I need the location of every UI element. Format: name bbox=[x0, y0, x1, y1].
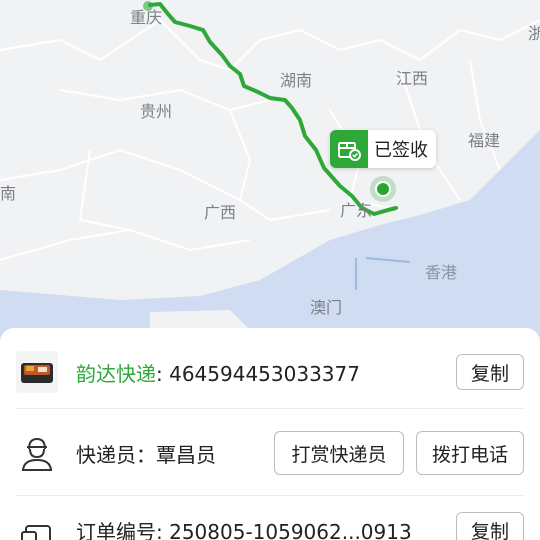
copy-tracking-button[interactable]: 复制 bbox=[456, 354, 524, 390]
label-hongkong: 香港 bbox=[425, 263, 458, 282]
label-hunan: 湖南 bbox=[280, 71, 313, 90]
map-base bbox=[0, 0, 540, 340]
courier-row: 快递员：覃昌员 打赏快递员 拨打电话 bbox=[16, 431, 524, 475]
label-fujian: 福建 bbox=[468, 131, 501, 150]
courier-icon bbox=[16, 432, 58, 474]
tip-courier-button[interactable]: 打赏快递员 bbox=[274, 431, 404, 475]
package-delivered-icon bbox=[330, 130, 368, 168]
tracking-info: 韵达快递: 464594453033377 bbox=[76, 358, 456, 387]
tracking-separator: : bbox=[156, 361, 170, 386]
product-thumbnail bbox=[16, 351, 58, 393]
order-icon bbox=[16, 509, 58, 540]
carrier-name: 韵达快递 bbox=[76, 361, 156, 386]
divider bbox=[16, 495, 524, 496]
tracking-number: 464594453033377 bbox=[169, 361, 360, 386]
label-guizhou: 贵州 bbox=[140, 102, 173, 121]
delivery-status-bubble[interactable]: 已签收 bbox=[330, 130, 436, 168]
delivery-status-text: 已签收 bbox=[374, 140, 428, 161]
order-row: 订单编号: 250805-1059062...0913 复制 bbox=[16, 508, 524, 540]
destination-marker bbox=[370, 176, 396, 202]
label-guangdong: 广东 bbox=[340, 201, 373, 220]
call-courier-button[interactable]: 拨打电话 bbox=[416, 431, 524, 475]
courier-name: 快递员：覃昌员 bbox=[76, 442, 216, 467]
order-number: 订单编号: 250805-1059062...0913 bbox=[76, 519, 412, 540]
route-line bbox=[148, 2, 398, 216]
label-jiangxi: 江西 bbox=[396, 69, 429, 88]
divider bbox=[16, 408, 524, 409]
shipment-panel: 韵达快递: 464594453033377 复制 快递员：覃昌员 打赏快递员 拨… bbox=[0, 328, 540, 540]
label-guangxi: 广西 bbox=[204, 203, 237, 222]
map-view[interactable]: 重庆 湖南 江西 贵州 福建 广西 广东 香港 澳门 南 浙 已签收 bbox=[0, 0, 540, 340]
tracking-row: 韵达快递: 464594453033377 复制 bbox=[16, 350, 524, 394]
label-edge-left: 南 bbox=[0, 184, 17, 203]
label-chongqing: 重庆 bbox=[130, 8, 163, 27]
label-macau: 澳门 bbox=[310, 298, 343, 317]
label-edge-right: 浙 bbox=[528, 24, 540, 43]
copy-order-button[interactable]: 复制 bbox=[456, 512, 524, 540]
